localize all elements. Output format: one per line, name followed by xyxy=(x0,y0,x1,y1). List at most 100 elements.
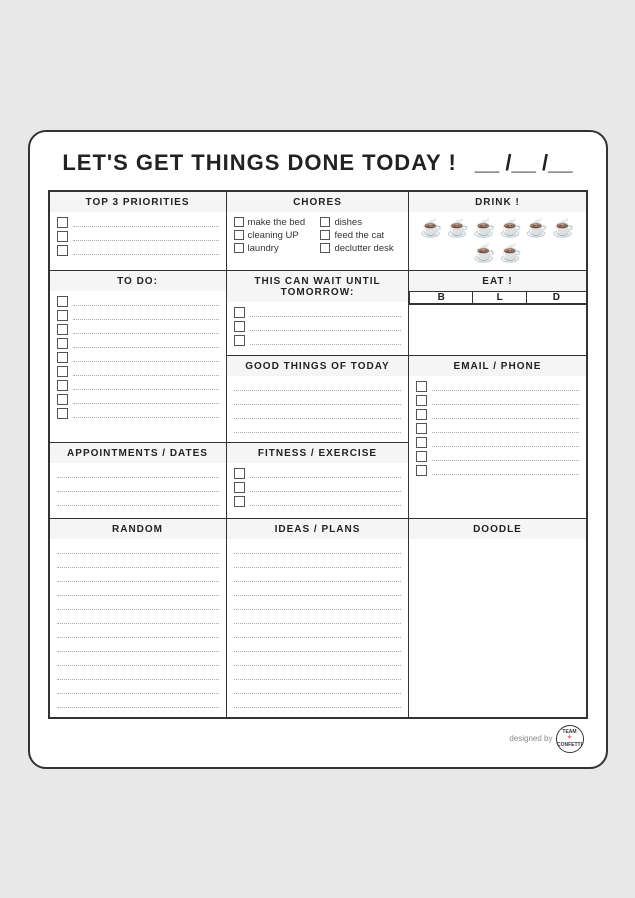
todo-cb-8[interactable] xyxy=(57,394,68,405)
todo-3[interactable] xyxy=(57,324,219,335)
ideas-l11[interactable] xyxy=(234,684,402,694)
email-cb-2[interactable] xyxy=(416,395,427,406)
todo-cb-4[interactable] xyxy=(57,338,68,349)
ideas-l1[interactable] xyxy=(234,544,402,554)
todo-cb-3[interactable] xyxy=(57,324,68,335)
wait-3[interactable] xyxy=(234,335,402,346)
fitness-cb-2[interactable] xyxy=(234,482,245,493)
email-cb-1[interactable] xyxy=(416,381,427,392)
top3-item-3[interactable] xyxy=(57,245,219,256)
date-field[interactable]: __ /__ /__ xyxy=(475,150,573,176)
todo-7[interactable] xyxy=(57,380,219,391)
email-1[interactable] xyxy=(416,381,578,392)
ideas-l6[interactable] xyxy=(234,614,402,624)
todo-6[interactable] xyxy=(57,366,219,377)
ideas-l10[interactable] xyxy=(234,670,402,680)
top3-item-1[interactable] xyxy=(57,217,219,228)
good-line-4[interactable] xyxy=(234,423,402,433)
chore-laundry[interactable]: laundry xyxy=(234,243,315,254)
random-l4[interactable] xyxy=(57,586,219,596)
todo-5[interactable] xyxy=(57,352,219,363)
mug-1[interactable]: ☕ xyxy=(420,218,442,239)
mug-5[interactable]: ☕ xyxy=(526,218,548,239)
random-l6[interactable] xyxy=(57,614,219,624)
random-l12[interactable] xyxy=(57,698,219,708)
random-l5[interactable] xyxy=(57,600,219,610)
good-line-3[interactable] xyxy=(234,409,402,419)
random-l7[interactable] xyxy=(57,628,219,638)
chore-cleaning-up[interactable]: cleaning UP xyxy=(234,230,315,241)
email-2[interactable] xyxy=(416,395,578,406)
chore-cb-3[interactable] xyxy=(234,243,244,253)
appt-line-1[interactable] xyxy=(57,468,219,478)
todo-cb-1[interactable] xyxy=(57,296,68,307)
email-4[interactable] xyxy=(416,423,578,434)
eat-d-body[interactable] xyxy=(527,303,586,304)
mug-2[interactable]: ☕ xyxy=(447,218,469,239)
email-cb-4[interactable] xyxy=(416,423,427,434)
fitness-cb-1[interactable] xyxy=(234,468,245,479)
fitness-2[interactable] xyxy=(234,482,402,493)
email-6[interactable] xyxy=(416,451,578,462)
chore-make-bed[interactable]: make the bed xyxy=(234,217,315,228)
doodle-area[interactable] xyxy=(409,539,585,704)
email-5[interactable] xyxy=(416,437,578,448)
fitness-cb-3[interactable] xyxy=(234,496,245,507)
ideas-l2[interactable] xyxy=(234,558,402,568)
chore-cb-5[interactable] xyxy=(320,230,330,240)
checkbox-1[interactable] xyxy=(57,217,68,228)
todo-cb-7[interactable] xyxy=(57,380,68,391)
mug-6[interactable]: ☕ xyxy=(552,218,574,239)
ideas-l7[interactable] xyxy=(234,628,402,638)
ideas-l4[interactable] xyxy=(234,586,402,596)
mug-7[interactable]: ☕ xyxy=(473,243,495,264)
email-cb-3[interactable] xyxy=(416,409,427,420)
email-cb-6[interactable] xyxy=(416,451,427,462)
wait-cb-1[interactable] xyxy=(234,307,245,318)
todo-2[interactable] xyxy=(57,310,219,321)
top3-item-2[interactable] xyxy=(57,231,219,242)
random-l3[interactable] xyxy=(57,572,219,582)
chore-cb-2[interactable] xyxy=(234,230,244,240)
email-7[interactable] xyxy=(416,465,578,476)
email-cb-7[interactable] xyxy=(416,465,427,476)
todo-cb-9[interactable] xyxy=(57,408,68,419)
checkbox-2[interactable] xyxy=(57,231,68,242)
fitness-1[interactable] xyxy=(234,468,402,479)
wait-cb-2[interactable] xyxy=(234,321,245,332)
random-l2[interactable] xyxy=(57,558,219,568)
ideas-l12[interactable] xyxy=(234,698,402,708)
random-l11[interactable] xyxy=(57,684,219,694)
ideas-l8[interactable] xyxy=(234,642,402,652)
mug-8[interactable]: ☕ xyxy=(499,243,521,264)
chore-cb-6[interactable] xyxy=(320,243,330,253)
eat-b-body[interactable] xyxy=(410,303,473,304)
random-l8[interactable] xyxy=(57,642,219,652)
ideas-l3[interactable] xyxy=(234,572,402,582)
good-line-1[interactable] xyxy=(234,381,402,391)
chore-cb-4[interactable] xyxy=(320,217,330,227)
appt-line-3[interactable] xyxy=(57,496,219,506)
random-l9[interactable] xyxy=(57,656,219,666)
fitness-3[interactable] xyxy=(234,496,402,507)
mug-4[interactable]: ☕ xyxy=(499,218,521,239)
email-3[interactable] xyxy=(416,409,578,420)
chore-dishes[interactable]: dishes xyxy=(320,217,401,228)
todo-1[interactable] xyxy=(57,296,219,307)
mug-3[interactable]: ☕ xyxy=(473,218,495,239)
todo-cb-2[interactable] xyxy=(57,310,68,321)
todo-8[interactable] xyxy=(57,394,219,405)
email-cb-5[interactable] xyxy=(416,437,427,448)
wait-cb-3[interactable] xyxy=(234,335,245,346)
chore-cb-1[interactable] xyxy=(234,217,244,227)
random-l10[interactable] xyxy=(57,670,219,680)
ideas-l9[interactable] xyxy=(234,656,402,666)
checkbox-3[interactable] xyxy=(57,245,68,256)
wait-1[interactable] xyxy=(234,307,402,318)
wait-2[interactable] xyxy=(234,321,402,332)
random-l1[interactable] xyxy=(57,544,219,554)
chore-declutter[interactable]: declutter desk xyxy=(320,243,401,254)
todo-cb-6[interactable] xyxy=(57,366,68,377)
ideas-l5[interactable] xyxy=(234,600,402,610)
chore-feed-cat[interactable]: feed the cat xyxy=(320,230,401,241)
